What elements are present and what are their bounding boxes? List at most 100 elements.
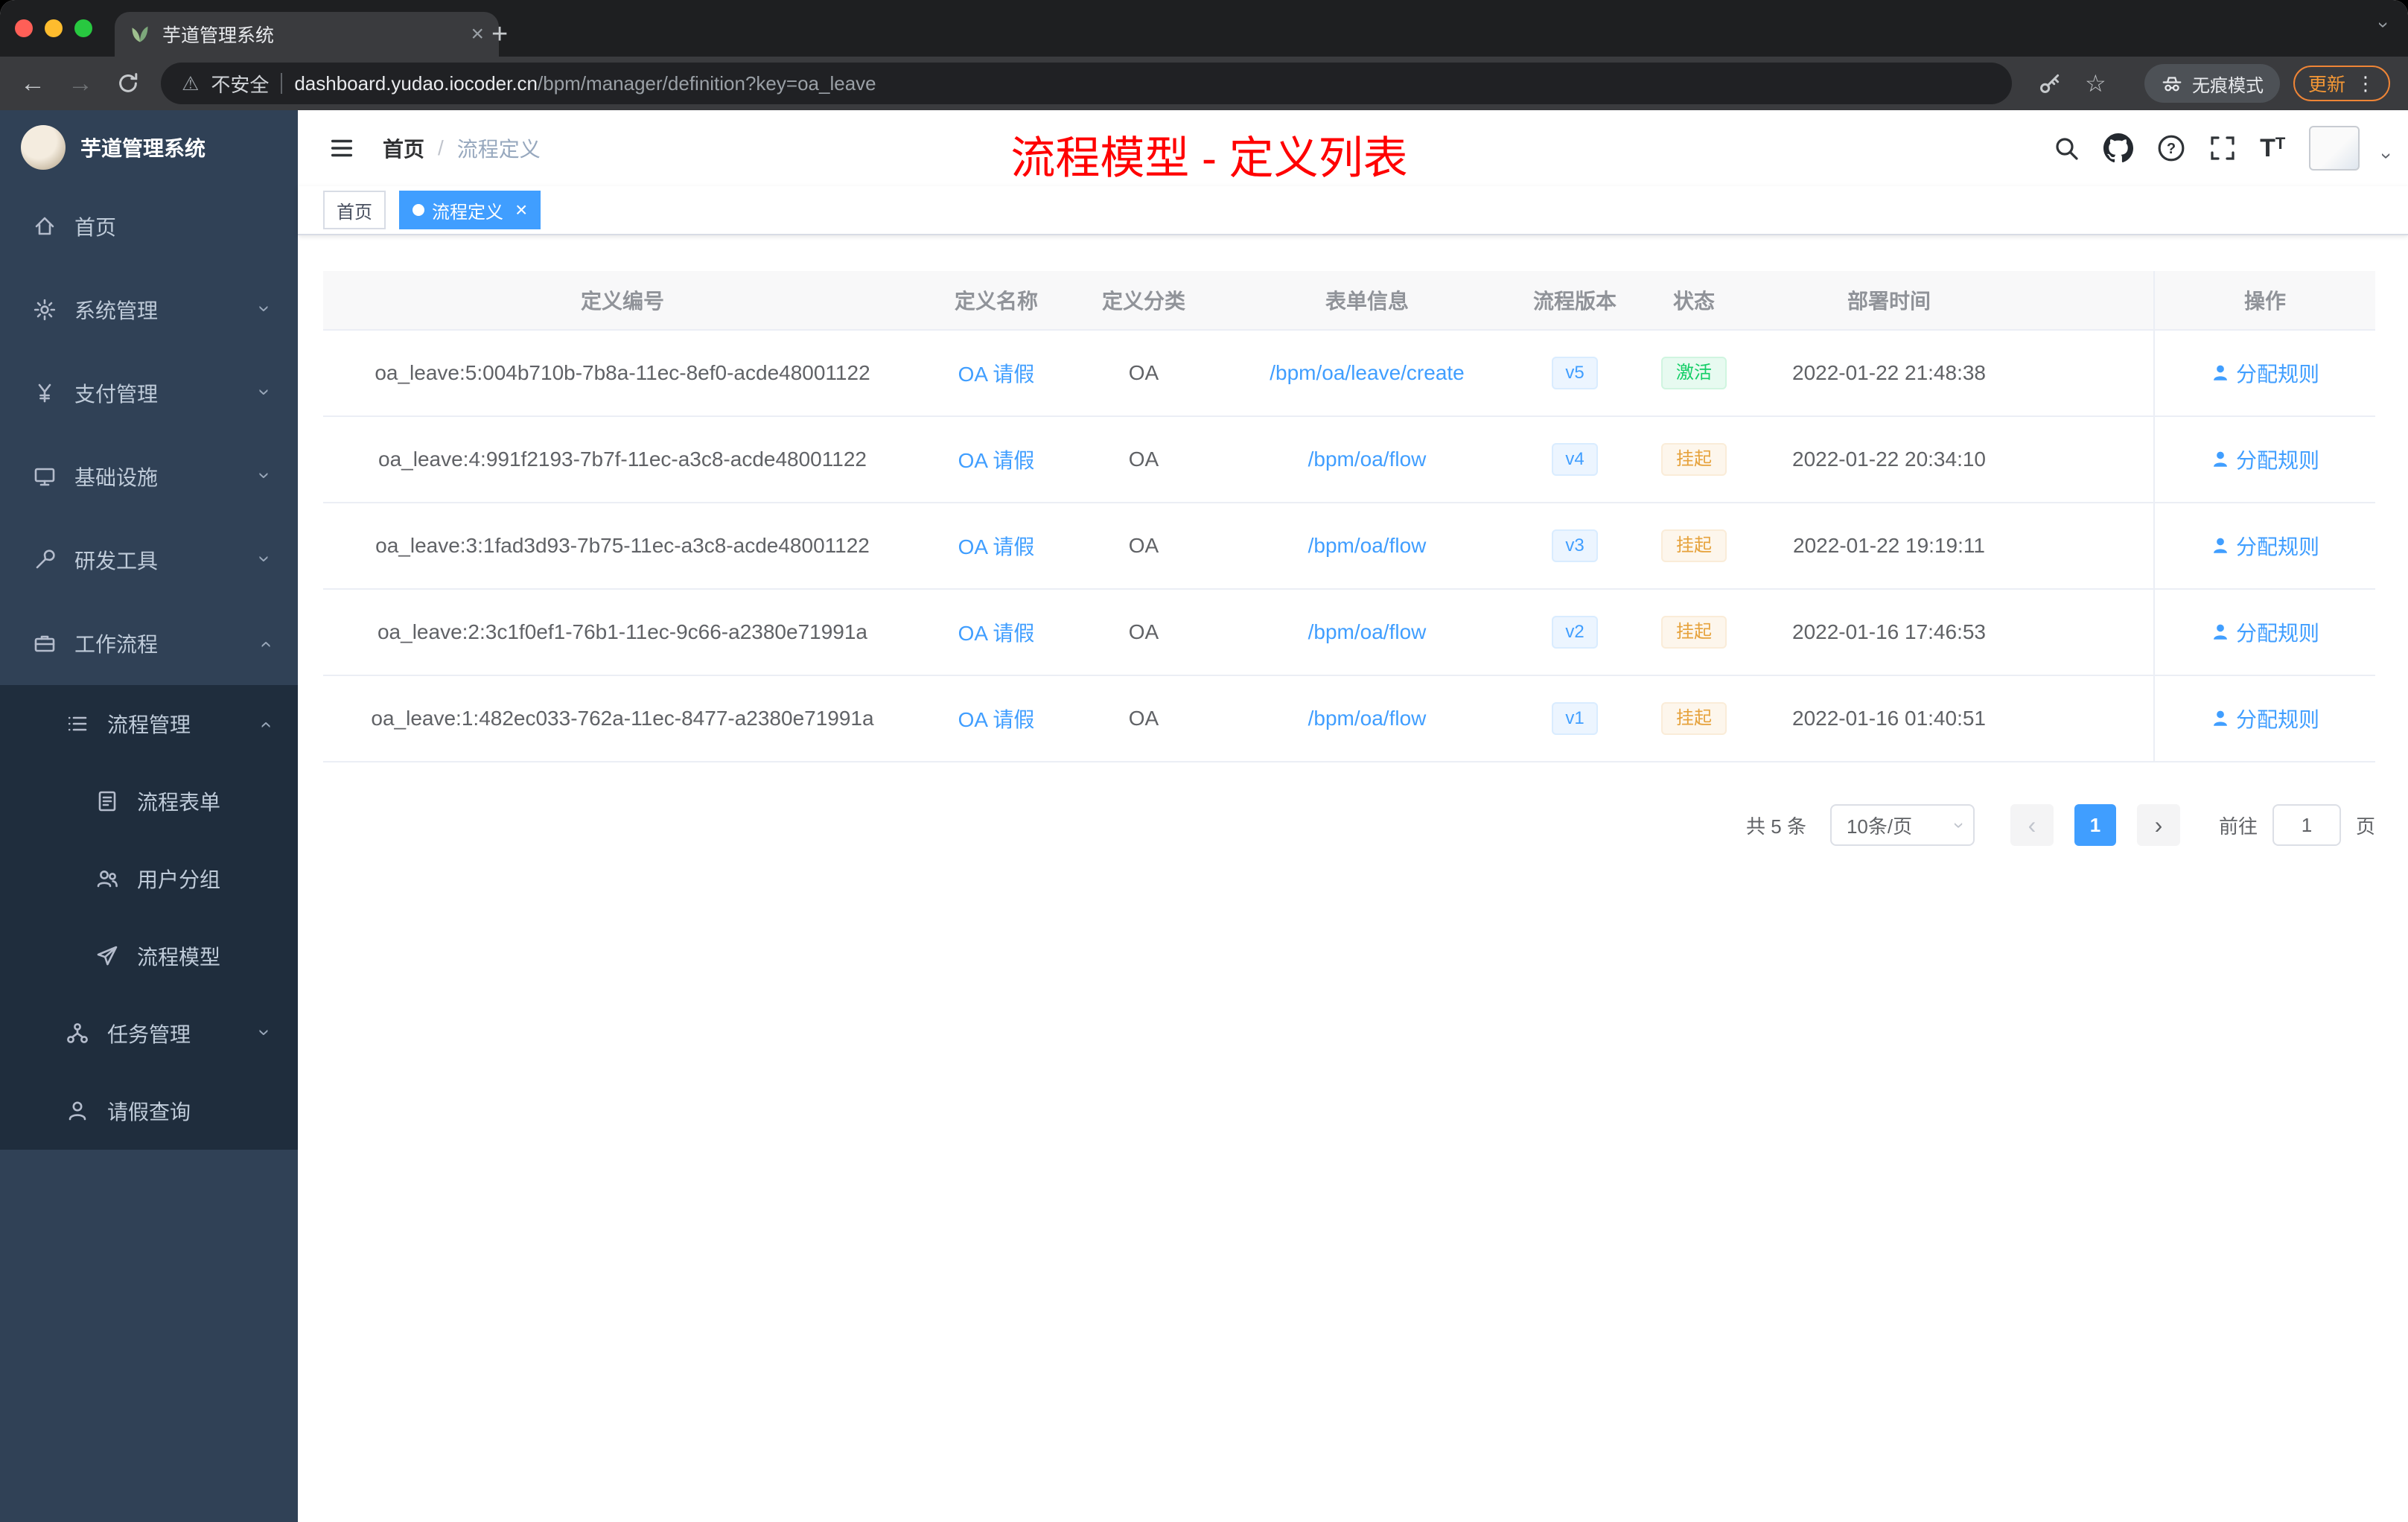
- definition-table: 定义编号 定义名称 定义分类 表单信息 流程版本 状态 部署时间 操作 oa_l…: [323, 271, 2375, 762]
- sidebar-fold-icon[interactable]: [328, 134, 356, 162]
- assign-rule-link[interactable]: 分配规则: [2211, 358, 2319, 388]
- chevron-up-icon: ›: [252, 721, 276, 729]
- browser-window: 芋道管理系统 × + › ← → ⚠ 不安全 dashboard.yudao.i…: [0, 0, 2408, 1522]
- form-link[interactable]: /bpm/oa/flow: [1308, 707, 1427, 730]
- form-link[interactable]: /bpm/oa/flow: [1308, 620, 1427, 644]
- browser-menu-icon[interactable]: ⋮: [2356, 72, 2375, 95]
- paper-plane-icon: [95, 944, 119, 968]
- sidebar-item-payment[interactable]: 支付管理 ›: [0, 351, 298, 435]
- definition-id: oa_leave:4:991f2193-7b7f-11ec-a3c8-acde4…: [378, 448, 867, 471]
- sidebar-item-process-management[interactable]: 流程管理 ›: [0, 685, 298, 762]
- sidebar-item-process-form[interactable]: 流程表单: [0, 762, 298, 840]
- tab-search-icon[interactable]: ›: [2372, 22, 2395, 28]
- browser-update-button[interactable]: 更新 ⋮: [2293, 66, 2391, 101]
- assign-rule-link[interactable]: 分配规则: [2211, 531, 2319, 561]
- address-bar[interactable]: ⚠ 不安全 dashboard.yudao.iocoder.cn/bpm/man…: [161, 63, 2012, 104]
- column-header: 表单信息: [1325, 290, 1409, 313]
- maximize-window-button[interactable]: [74, 19, 92, 37]
- user-avatar[interactable]: [2309, 126, 2360, 171]
- sidebar-item-label: 支付管理: [74, 383, 159, 406]
- table-header-row: 定义编号 定义名称 定义分类 表单信息 流程版本 状态 部署时间 操作: [323, 271, 2375, 331]
- table-row: oa_leave:4:991f2193-7b7f-11ec-a3c8-acde4…: [323, 417, 2375, 503]
- definition-id: oa_leave:5:004b710b-7b8a-11ec-8ef0-acde4…: [375, 361, 870, 384]
- url-text[interactable]: dashboard.yudao.iocoder.cn/bpm/manager/d…: [294, 72, 876, 95]
- sidebar-item-label: 流程表单: [137, 791, 221, 814]
- back-icon[interactable]: ←: [15, 57, 51, 110]
- assign-rule-link[interactable]: 分配规则: [2211, 445, 2319, 474]
- form-link[interactable]: /bpm/oa/flow: [1308, 448, 1427, 471]
- tag-process-definition[interactable]: 流程定义 ×: [399, 191, 541, 229]
- sidebar-item-user-group[interactable]: 用户分组: [0, 840, 298, 917]
- form-link[interactable]: /bpm/oa/flow: [1308, 534, 1427, 558]
- close-window-button[interactable]: [15, 19, 33, 37]
- forward-icon[interactable]: →: [63, 57, 98, 110]
- column-header: 定义分类: [1101, 290, 1185, 313]
- assign-rule-link[interactable]: 分配规则: [2211, 617, 2319, 647]
- goto-page-input[interactable]: [2272, 804, 2341, 846]
- font-size-icon[interactable]: TT: [2260, 136, 2285, 162]
- status-badge: 激活: [1661, 357, 1727, 389]
- definition-name-link[interactable]: OA 请假: [958, 704, 1035, 733]
- table-row: oa_leave:5:004b710b-7b8a-11ec-8ef0-acde4…: [323, 331, 2375, 417]
- sidebar-item-home[interactable]: 首页: [0, 185, 298, 268]
- definition-category: OA: [1128, 620, 1159, 643]
- cell-spacer: [2022, 503, 2153, 588]
- sidebar-item-process-model[interactable]: 流程模型: [0, 917, 298, 995]
- security-label[interactable]: 不安全: [211, 70, 269, 98]
- yen-icon: [33, 381, 57, 405]
- definition-category: OA: [1128, 534, 1159, 557]
- fullscreen-icon[interactable]: [2209, 135, 2236, 162]
- browser-tabstrip: 芋道管理系统 × + ›: [0, 0, 2408, 57]
- github-icon[interactable]: [2103, 133, 2134, 163]
- main-area: 首页 / 流程定义 流程模型 - 定义列表 ? T T › 首页 流程定义 × …: [298, 110, 2408, 1522]
- sidebar-item-dev-tools[interactable]: 研发工具 ›: [0, 518, 298, 602]
- breadcrumb: 首页 / 流程定义: [383, 133, 541, 163]
- page-number-button[interactable]: 1: [2074, 804, 2116, 846]
- brand[interactable]: 芋道管理系统: [0, 110, 298, 185]
- sidebar-item-task-management[interactable]: 任务管理 ›: [0, 995, 298, 1072]
- chevron-up-icon: ›: [252, 640, 276, 649]
- tags-view: 首页 流程定义 ×: [298, 186, 2408, 235]
- close-icon[interactable]: ×: [515, 200, 527, 220]
- definition-id: oa_leave:3:1fad3d93-7b75-11ec-a3c8-acde4…: [375, 534, 870, 557]
- incognito-label: 无痕模式: [2192, 75, 2264, 96]
- brand-name: 芋道管理系统: [80, 137, 206, 160]
- avatar-caret-icon[interactable]: ›: [2375, 153, 2398, 159]
- password-key-icon[interactable]: [2037, 57, 2063, 110]
- form-link[interactable]: /bpm/oa/leave/create: [1270, 361, 1465, 385]
- next-page-button[interactable]: ›: [2136, 804, 2180, 846]
- page-size-value: 10条/页: [1846, 815, 1913, 838]
- prev-page-button[interactable]: ‹: [2010, 804, 2054, 846]
- table-row: oa_leave:1:482ec033-762a-11ec-8477-a2380…: [323, 676, 2375, 762]
- tag-label: 流程定义: [432, 202, 503, 223]
- browser-tab[interactable]: 芋道管理系统 ×: [115, 12, 499, 57]
- close-tab-icon[interactable]: ×: [471, 23, 484, 45]
- tag-home[interactable]: 首页: [323, 191, 386, 229]
- definition-name-link[interactable]: OA 请假: [958, 445, 1035, 474]
- definition-name-link[interactable]: OA 请假: [958, 531, 1035, 561]
- sidebar-item-leave-query[interactable]: 请假查询: [0, 1072, 298, 1150]
- chevron-down-icon: ›: [253, 471, 277, 480]
- workflow-submenu: 流程管理 › 流程表单 用户分组 流程模型 任务管理 › 请假查询: [0, 685, 298, 1150]
- sidebar-item-system[interactable]: 系统管理 ›: [0, 268, 298, 351]
- sidebar-item-workflow[interactable]: 工作流程 ›: [0, 602, 298, 685]
- breadcrumb-home[interactable]: 首页: [383, 133, 424, 163]
- sidebar: 芋道管理系统 首页 系统管理 › 支付管理 › 基础设施 › 研发工具 › 工作…: [0, 110, 298, 1522]
- monitor-icon: [33, 465, 57, 488]
- assign-rule-link[interactable]: 分配规则: [2211, 704, 2319, 733]
- definition-name-link[interactable]: OA 请假: [958, 617, 1035, 647]
- version-badge: v3: [1552, 529, 1598, 562]
- definition-name-link[interactable]: OA 请假: [958, 358, 1035, 388]
- page-size-select[interactable]: 10条/页 ›: [1829, 804, 1975, 846]
- bookmark-star-icon[interactable]: ☆: [2085, 57, 2106, 110]
- sidebar-item-infrastructure[interactable]: 基础设施 ›: [0, 435, 298, 518]
- brand-avatar: [21, 125, 66, 170]
- new-tab-button[interactable]: +: [491, 12, 508, 57]
- cell-spacer: [2022, 417, 2153, 502]
- chevron-down-icon: ›: [253, 305, 277, 313]
- deploy-time: 2022-01-22 20:34:10: [1792, 448, 1986, 471]
- reload-icon[interactable]: [110, 57, 146, 110]
- minimize-window-button[interactable]: [45, 19, 63, 37]
- help-icon[interactable]: ?: [2157, 134, 2185, 162]
- search-icon[interactable]: [2053, 135, 2080, 162]
